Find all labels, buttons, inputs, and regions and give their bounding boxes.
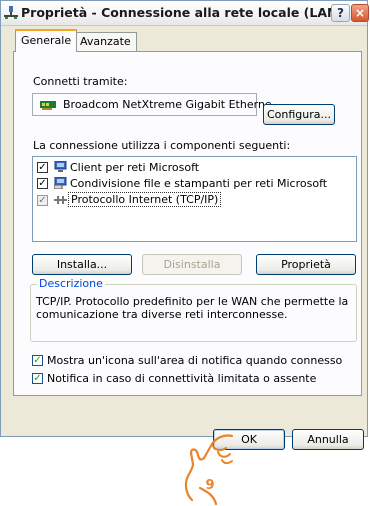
file-sharing-checkbox[interactable]: ✓ [37,178,48,189]
tab-generale[interactable]: Generale [15,29,78,52]
protocol-icon [54,196,67,204]
properties-button[interactable]: Proprietà [256,254,356,275]
network-connection-icon [4,6,18,19]
uninstall-button[interactable]: Disinstalla [142,254,242,275]
help-button[interactable]: ? [331,4,350,22]
configure-button[interactable]: Configura... [263,104,335,125]
install-button[interactable]: Installa... [32,254,132,275]
list-item-label: Client per reti Microsoft [70,161,200,174]
description-text: TCP/IP. Protocollo predefinito per le WA… [36,295,349,321]
pointing-hand-icon [184,434,234,506]
tcpip-checkbox[interactable]: ✓ [37,195,48,206]
network-adapter-icon [40,101,56,110]
title-bar[interactable]: Proprietà - Connessione alla rete locale… [1,1,369,26]
description-title: Descrizione [37,277,105,290]
cancel-button[interactable]: Annulla [292,429,364,450]
connect-using-label: Connetti tramite: [33,75,128,88]
limited-connectivity-label: Notifica in caso di connettività limitat… [47,372,317,385]
client-checkbox[interactable]: ✓ [37,162,48,173]
list-item-label: Condivisione file e stampanti per reti M… [70,177,328,190]
adapter-name: Broadcom NetXtreme Gigabit Etherne [63,98,272,111]
tab-avanzate[interactable]: Avanzate [74,32,137,51]
notify-icon-label: Mostra un'icona sull'area di notifica qu… [47,354,343,367]
file-printer-sharing-icon [54,177,67,189]
components-label: La connessione utilizza i componenti seg… [33,139,291,152]
notify-icon-checkbox[interactable]: ✓ [32,355,43,366]
network-client-icon [54,161,67,172]
close-button[interactable]: × [351,4,369,22]
adapter-field: Broadcom NetXtreme Gigabit Etherne [32,93,272,116]
step-number-badge: 9 [205,478,215,493]
components-list[interactable]: ✓ Client per reti Microsoft ✓ Condivisio… [32,156,357,242]
list-item-label: Protocollo Internet (TCP/IP) [68,192,222,207]
limited-connectivity-checkbox[interactable]: ✓ [32,373,43,384]
window-title: Proprietà - Connessione alla rete locale… [21,5,344,20]
